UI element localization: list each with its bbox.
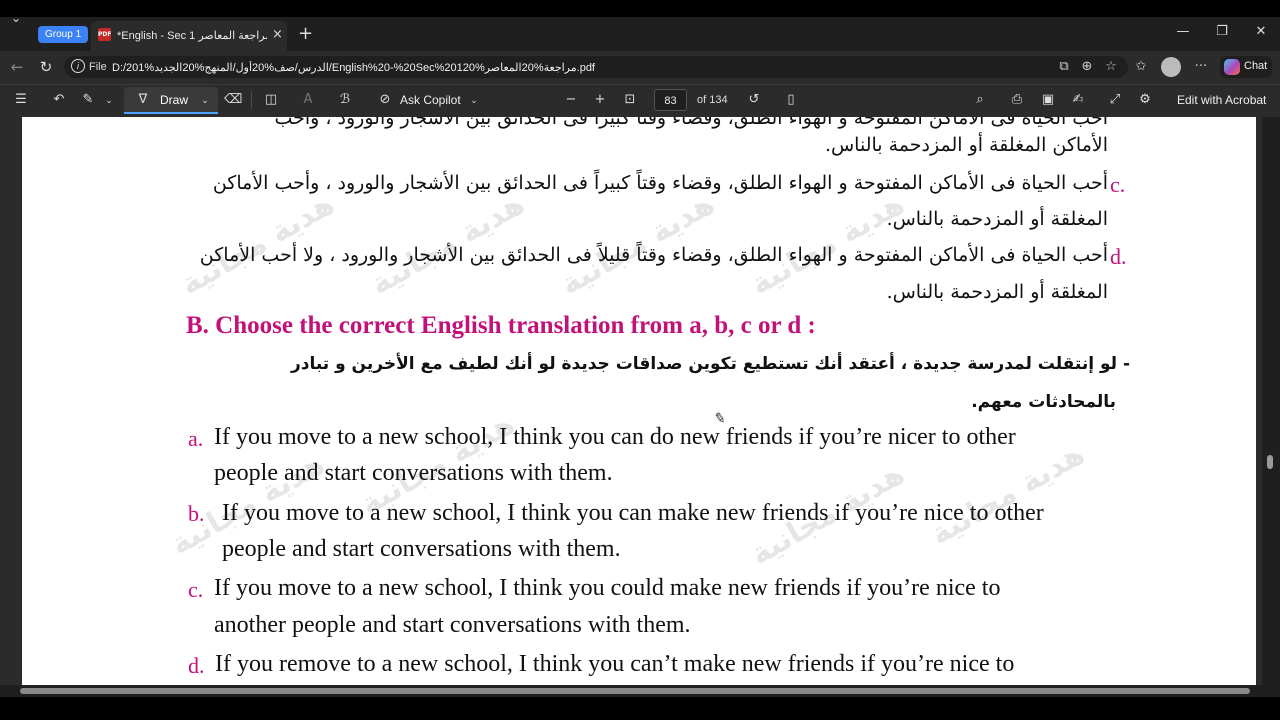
two-page-icon[interactable]: ▯ — [782, 92, 800, 107]
url-text[interactable]: D:/201%الدرس/صف%20أول/المنهج%20الجديد/En… — [112, 61, 632, 74]
minimize-button[interactable]: — — [1173, 24, 1193, 39]
save-as-icon[interactable]: ✍ — [1069, 92, 1087, 107]
option-text: people and start conversations with them… — [222, 536, 621, 562]
restore-button[interactable]: ❐ — [1212, 24, 1232, 39]
horizontal-scroll-thumb[interactable] — [20, 688, 1250, 694]
option-text: If you remove to a new school, I think y… — [215, 651, 1015, 677]
zoom-icon[interactable]: ⊕ — [1078, 59, 1096, 74]
favorites-icon[interactable]: ✩ — [1132, 59, 1150, 74]
option-text: If you move to a new school, I think you… — [222, 500, 1044, 526]
highlight-dropdown-icon[interactable]: ⌄ — [100, 96, 118, 106]
arabic-option-line: أحب الحياة فى الأماكن المفتوحة و الهواء … — [199, 244, 1108, 266]
text-size-icon[interactable]: A — [299, 92, 317, 107]
ask-copilot-dropdown-icon[interactable]: ⌄ — [465, 96, 483, 106]
arabic-option-line: المغلقة أو المزدحمة بالناس. — [886, 281, 1108, 303]
contents-icon[interactable]: ☰ — [12, 92, 30, 107]
section-title: B. Choose the correct English translatio… — [186, 312, 816, 339]
draw-active-indicator — [124, 112, 218, 114]
save-icon[interactable]: ▣ — [1039, 92, 1057, 107]
tab-title: *English - Sec 1 مراجعة المعاصر.pdf — [117, 30, 267, 42]
close-window-button[interactable]: ✕ — [1251, 24, 1271, 39]
tab-group-label[interactable]: Group 1 — [38, 26, 89, 43]
toolbar-divider — [251, 91, 252, 109]
copilot-icon — [1224, 59, 1240, 75]
draw-label: Draw — [160, 93, 189, 107]
fit-page-icon[interactable]: ⊡ — [621, 92, 639, 107]
draw-dropdown-icon[interactable]: ⌄ — [196, 96, 214, 106]
pdf-page: هدية مجانية هدية مجانية هدية مجانية هدية… — [22, 117, 1256, 695]
vertical-scroll-thumb[interactable] — [1267, 455, 1273, 469]
new-tab-button[interactable]: + — [298, 23, 313, 44]
undo-icon[interactable]: ↶ — [50, 92, 68, 107]
chat-label: Chat — [1244, 60, 1268, 72]
option-letter: a. — [188, 426, 204, 451]
info-icon[interactable]: i — [71, 59, 85, 73]
tab-actions-menu-icon[interactable]: ⌄ — [6, 8, 26, 28]
arabic-option-line: الأماكن المغلقة أو المزدحمة بالناس. — [824, 134, 1108, 156]
reader-icon[interactable]: ⧉ — [1055, 59, 1073, 74]
eraser-icon[interactable]: ⌫ — [224, 92, 242, 107]
page-view-icon[interactable]: ◫ — [262, 92, 280, 107]
star-icon[interactable]: ☆ — [1102, 59, 1120, 74]
option-text: If you move to a new school, I think you… — [214, 575, 1001, 601]
arabic-option-line: أحب الحياة فى الأماكن المفتوحة و الهواء … — [274, 117, 1108, 129]
arabic-question-line: - لو إنتقلت لمدرسة جديدة ، أعتقد أنك تست… — [290, 354, 1130, 374]
watermark: هدية مجانية — [924, 436, 1091, 553]
ask-copilot-button[interactable]: Ask Copilot — [400, 93, 461, 107]
settings-gear-icon[interactable]: ⚙ — [1136, 92, 1154, 107]
pdf-icon: PDF — [98, 28, 111, 41]
option-letter: b. — [188, 501, 205, 526]
tab-close-icon[interactable]: × — [272, 27, 283, 42]
read-aloud-icon[interactable]: ℬ — [336, 92, 354, 107]
option-letter: c. — [1110, 172, 1126, 197]
option-letter: d. — [1110, 244, 1127, 269]
refresh-icon[interactable]: ↻ — [36, 58, 56, 76]
pdf-viewer[interactable]: هدية مجانية هدية مجانية هدية مجانية هدية… — [0, 117, 1280, 695]
print-icon[interactable]: ⎙ — [1008, 92, 1026, 107]
page-total: of 134 — [697, 94, 728, 106]
highlight-icon[interactable]: ✎ — [79, 92, 97, 107]
arabic-option-line: أحب الحياة فى الأماكن المفتوحة و الهواء … — [212, 172, 1108, 194]
option-text: people and start conversations with them… — [214, 460, 613, 486]
profile-avatar[interactable] — [1161, 57, 1181, 77]
back-icon[interactable]: ← — [7, 58, 27, 76]
rotate-icon[interactable]: ↺ — [745, 92, 763, 107]
top-strip — [0, 0, 1280, 17]
draw-pen-icon: ∇ — [138, 92, 148, 107]
page-number-input[interactable]: 83 — [654, 89, 687, 111]
chat-button[interactable]: Chat — [1220, 56, 1272, 78]
fullscreen-icon[interactable]: ⤢ — [1106, 92, 1124, 107]
more-icon[interactable]: ··· — [1192, 59, 1210, 74]
arabic-question-line: بالمحادثات معهم. — [971, 392, 1116, 412]
bottom-strip — [0, 697, 1280, 720]
horizontal-scrollbar[interactable] — [0, 685, 1262, 697]
zoom-in-icon[interactable]: + — [591, 92, 609, 107]
option-text: If you move to a new school, I think you… — [214, 424, 1016, 450]
active-tab[interactable]: PDF *English - Sec 1 مراجعة المعاصر.pdf … — [91, 21, 287, 51]
arabic-option-line: المغلقة أو المزدحمة بالناس. — [886, 208, 1108, 230]
ask-copilot-icon[interactable]: ⊘ — [376, 92, 394, 107]
option-letter: d. — [188, 653, 205, 678]
zoom-out-icon[interactable]: − — [562, 92, 580, 107]
vertical-scrollbar[interactable] — [1262, 117, 1280, 695]
option-text: another people and start conversations w… — [214, 612, 691, 638]
url-scheme-label: File — [89, 61, 107, 73]
search-icon[interactable]: ⌕ — [971, 92, 989, 107]
option-letter: c. — [188, 577, 204, 602]
edit-with-acrobat-button[interactable]: Edit with Acrobat — [1177, 93, 1266, 107]
